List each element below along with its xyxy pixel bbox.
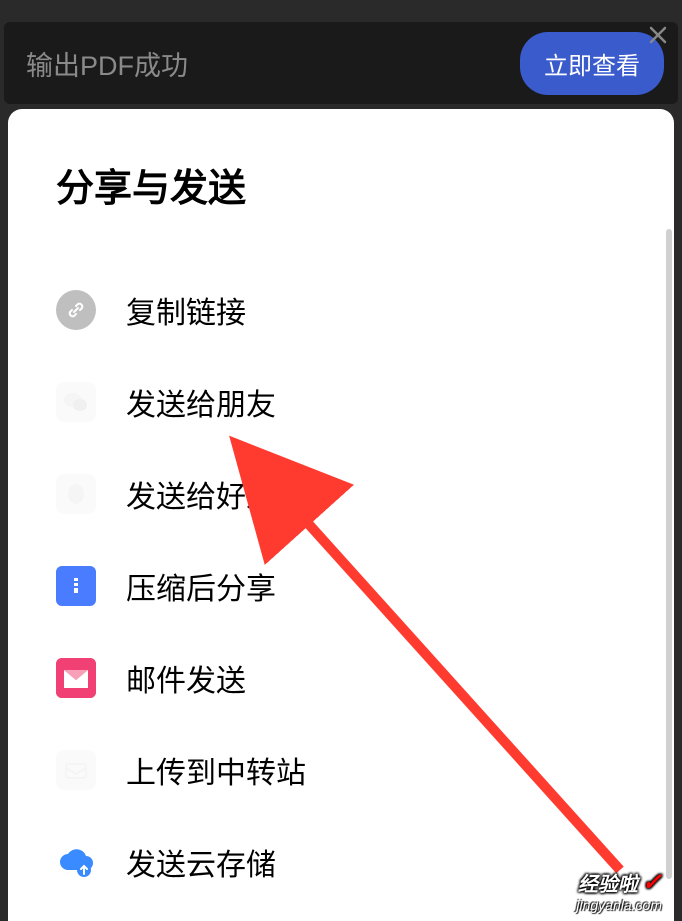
- option-compress-share[interactable]: 压缩后分享: [56, 540, 626, 632]
- option-label: 发送云存储: [126, 840, 276, 884]
- close-icon[interactable]: [646, 23, 670, 47]
- share-options-list: 复制链接 发送给朋友 发送给好友: [8, 264, 674, 908]
- upload-icon: [56, 750, 96, 790]
- watermark-url: jingyanla.com: [576, 897, 662, 913]
- wechat-icon: [56, 382, 96, 422]
- option-mail-send[interactable]: 邮件发送: [56, 632, 626, 724]
- view-now-button[interactable]: 立即查看: [520, 32, 664, 95]
- link-icon: [56, 290, 96, 330]
- option-label: 上传到中转站: [126, 748, 306, 792]
- sheet-title: 分享与发送: [8, 157, 674, 212]
- share-sheet: 分享与发送 复制链接 发送给朋友: [8, 109, 674, 921]
- scrollbar[interactable]: [666, 229, 672, 879]
- cloud-icon: [56, 842, 96, 882]
- option-label: 复制链接: [126, 288, 246, 332]
- zip-icon: [56, 566, 96, 606]
- option-cloud-storage[interactable]: 发送云存储: [56, 816, 626, 908]
- toast-message: 输出PDF成功: [26, 44, 188, 83]
- option-send-friend-qq[interactable]: 发送给好友: [56, 448, 626, 540]
- option-label: 发送给朋友: [126, 380, 276, 424]
- option-copy-link[interactable]: 复制链接: [56, 264, 626, 356]
- option-label: 压缩后分享: [126, 564, 276, 608]
- qq-icon: [56, 474, 96, 514]
- option-send-friend-wechat[interactable]: 发送给朋友: [56, 356, 626, 448]
- toast: 输出PDF成功 立即查看: [4, 22, 678, 104]
- mail-icon: [56, 658, 96, 698]
- option-label: 邮件发送: [126, 656, 246, 700]
- watermark-brand: 经验啦: [578, 868, 638, 897]
- watermark: 经验啦 ✓ jingyanla.com: [576, 868, 662, 913]
- checkmark-icon: ✓: [642, 868, 662, 897]
- option-label: 发送给好友: [126, 472, 276, 516]
- option-upload-transfer[interactable]: 上传到中转站: [56, 724, 626, 816]
